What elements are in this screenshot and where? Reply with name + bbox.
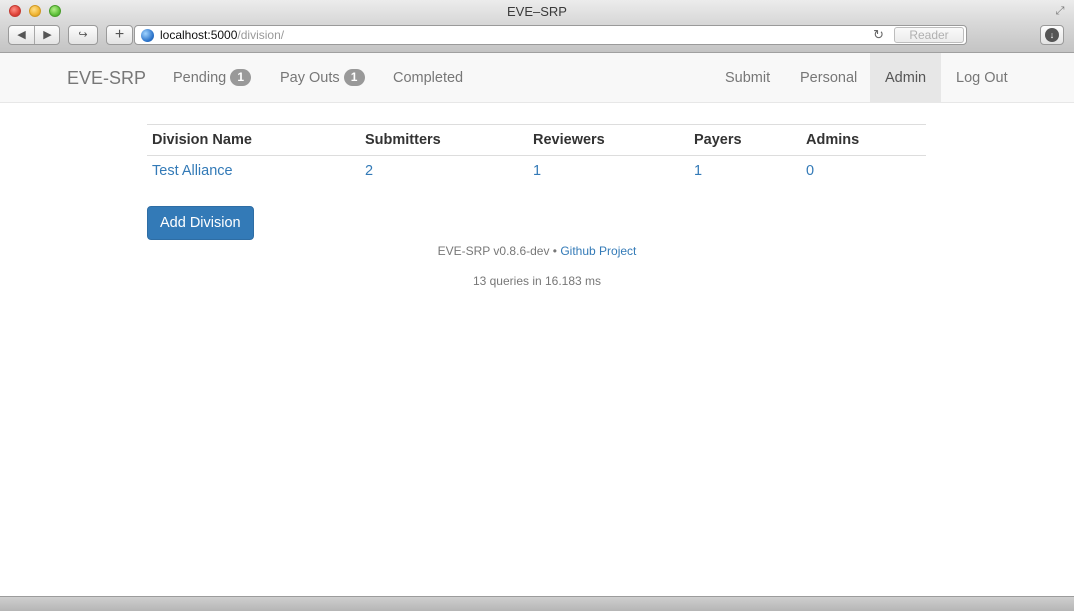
window-bottom-bar [0, 596, 1074, 611]
footer-version: EVE-SRP v0.8.6-dev • Github Project [0, 244, 1074, 258]
share-button[interactable]: ↪ [68, 25, 98, 45]
nav-submit[interactable]: Submit [710, 53, 785, 103]
nav-admin[interactable]: Admin [870, 53, 941, 103]
download-icon: ↓ [1045, 28, 1059, 42]
nav-logout[interactable]: Log Out [941, 53, 1023, 103]
nav-pending[interactable]: Pending 1 [158, 53, 266, 103]
table-row: Test Alliance 2 1 1 0 [147, 156, 926, 187]
address-bar[interactable]: localhost:5000/division/ ↻ Reader [134, 25, 967, 45]
pending-count-badge: 1 [230, 69, 252, 86]
github-project-link[interactable]: Github Project [560, 244, 636, 258]
submitters-cell: 2 [360, 156, 528, 187]
footer-queries: 13 queries in 16.183 ms [472, 274, 602, 288]
divisions-table: Division Name Submitters Reviewers Payer… [147, 124, 926, 187]
nav-payouts[interactable]: Pay Outs 1 [265, 53, 380, 103]
add-tab-button[interactable]: + [106, 25, 133, 45]
division-list: Division Name Submitters Reviewers Payer… [147, 124, 926, 240]
downloads-button[interactable]: ↓ [1040, 25, 1064, 45]
forward-icon[interactable]: ▶ [35, 26, 60, 44]
brand-link[interactable]: EVE-SRP [67, 68, 146, 89]
window-titlebar: EVE–SRP ⤢ [0, 0, 1074, 23]
division-name-cell: Test Alliance [147, 156, 360, 187]
payers-cell: 1 [689, 156, 801, 187]
reader-button[interactable]: Reader [894, 27, 964, 43]
payers-count-link[interactable]: 1 [694, 163, 702, 179]
reviewers-cell: 1 [528, 156, 689, 187]
reviewers-count-link[interactable]: 1 [533, 163, 541, 179]
globe-icon [141, 29, 154, 42]
url-text[interactable]: localhost:5000/division/ [160, 28, 284, 42]
nav-personal[interactable]: Personal [785, 53, 872, 103]
add-tab-icon: + [114, 26, 125, 43]
reload-icon[interactable]: ↻ [873, 27, 884, 43]
header-admins: Admins [801, 124, 926, 156]
division-name-link[interactable]: Test Alliance [152, 163, 233, 179]
nav-payouts-label: Pay Outs [280, 70, 340, 86]
app-navbar: EVE-SRP Pending 1 Pay Outs 1 Completed Sub… [0, 53, 1074, 103]
window-title: EVE–SRP [507, 4, 567, 19]
header-payers: Payers [689, 124, 801, 156]
submitters-count-link[interactable]: 2 [365, 163, 373, 179]
admins-cell: 0 [801, 156, 926, 187]
nav-completed[interactable]: Completed [378, 53, 478, 103]
header-submitters: Submitters [360, 124, 528, 156]
table-header-row: Division Name Submitters Reviewers Payer… [147, 124, 926, 156]
back-icon[interactable]: ◀ [9, 26, 34, 44]
nav-pending-label: Pending [173, 70, 227, 86]
header-reviewers: Reviewers [528, 124, 689, 156]
header-division-name: Division Name [147, 124, 360, 156]
admins-count-link[interactable]: 0 [806, 163, 814, 179]
fullscreen-icon[interactable]: ⤢ [1053, 4, 1067, 18]
version-text: EVE-SRP v0.8.6-dev • [437, 244, 561, 258]
share-icon: ↪ [78, 29, 88, 41]
add-division-button[interactable]: Add Division [147, 206, 254, 240]
browser-toolbar: ◀ ▶ ↪ + localhost:5000/division/ ↻ Reade… [0, 23, 1074, 53]
back-forward-buttons: ◀ ▶ [8, 25, 60, 45]
payouts-count-badge: 1 [343, 69, 365, 86]
